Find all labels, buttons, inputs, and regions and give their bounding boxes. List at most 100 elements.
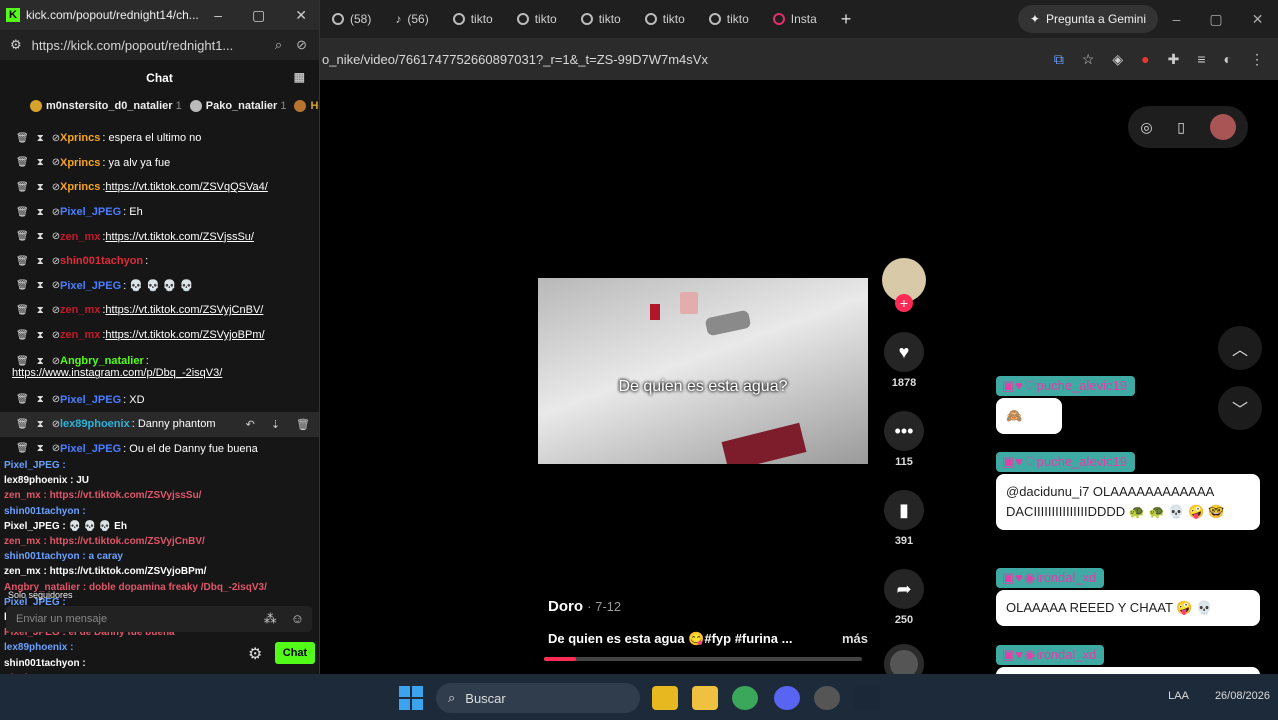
save-action[interactable]: ▮ 391 <box>884 490 924 547</box>
pin-icon[interactable]: ⇣ <box>271 418 280 431</box>
ban-icon[interactable]: ⊘ <box>52 133 60 144</box>
chat-message[interactable]: 🗑 ⧗ ⊘ lex89phoenix: Danny phantom ↶ ⇣ 🗑 <box>0 411 319 437</box>
zoom-icon[interactable]: ⌕ <box>275 37 282 53</box>
gemini-button[interactable]: ✦ Pregunta a Gemini <box>1017 5 1158 33</box>
translate-icon[interactable]: ⁂ <box>264 611 277 627</box>
chat-link[interactable]: https://www.instagram.com/p/Dbq_-2isqV3/ <box>12 367 316 379</box>
chat-username[interactable]: Pixel_JPEG <box>60 394 121 406</box>
comment-icon[interactable]: ••• <box>884 411 924 451</box>
timeout-icon[interactable]: ⧗ <box>37 256 44 267</box>
timeout-icon[interactable]: ⧗ <box>37 356 44 367</box>
extension-icon[interactable]: ◈ <box>1112 51 1123 68</box>
delete-icon[interactable]: 🗑 <box>16 330 29 341</box>
folder-icon[interactable] <box>692 686 718 710</box>
delete-icon[interactable]: 🗑 <box>16 394 29 405</box>
comment-action[interactable]: ••• 115 <box>884 411 924 468</box>
chat-message[interactable]: 🗑 ⧗ ⊘ Pixel_JPEG: Ou el de Danny fue buena <box>0 437 319 462</box>
ban-icon[interactable]: ⊘ <box>52 157 60 168</box>
profile-icon[interactable]: ◐ <box>1224 51 1232 68</box>
timeout-icon[interactable]: ⧗ <box>37 305 44 316</box>
ban-icon[interactable]: ⊘ <box>52 394 60 405</box>
chat-link[interactable]: https://vt.tiktok.com/ZSVyjoBPm/ <box>105 329 264 341</box>
chat-username[interactable]: Angbry_natalier <box>60 355 144 367</box>
delete-icon[interactable]: 🗑 <box>16 256 29 267</box>
like-action[interactable]: ♥ 1878 <box>884 332 924 389</box>
delete-icon[interactable]: 🗑 <box>296 418 310 431</box>
chat-message[interactable]: 🗑 ⧗ ⊘ Xprincs: espera el ultimo no <box>0 126 319 151</box>
taskbar-search[interactable]: ⌕ Buscar <box>436 683 640 713</box>
chat-message[interactable]: 🗑 ⧗ ⊘ Xprincs: https://vt.tiktok.com/ZSVqQS… <box>0 175 319 200</box>
chat-username[interactable]: Pixel_JPEG <box>60 206 121 218</box>
chat-message[interactable]: 🗑 ⧗ ⊘ zen_mx: https://vt.tiktok.com/ZSVyjoB… <box>0 323 319 348</box>
ban-icon[interactable]: ⊘ <box>52 305 60 316</box>
emoji-icon[interactable]: ☺ <box>291 611 304 627</box>
timeout-icon[interactable]: ⧗ <box>37 330 44 341</box>
send-chat-button[interactable]: Chat <box>275 642 315 664</box>
site-settings-icon[interactable]: ⚙ <box>10 37 22 53</box>
chat-username[interactable]: Pixel_JPEG <box>60 443 121 455</box>
chat-username[interactable]: Xprincs <box>60 157 100 169</box>
ban-icon[interactable]: ⊘ <box>52 207 60 218</box>
delete-icon[interactable]: 🗑 <box>16 443 29 454</box>
timeout-icon[interactable]: ⧗ <box>37 207 44 218</box>
share-icon[interactable]: ➦ <box>884 569 924 609</box>
files-icon[interactable] <box>652 686 678 710</box>
share-action[interactable]: ➦ 250 <box>884 569 924 626</box>
menu-icon[interactable]: ⋮ <box>1250 51 1264 68</box>
chrome-icon[interactable] <box>732 686 758 710</box>
reply-icon[interactable]: ↶ <box>246 418 255 431</box>
timeout-icon[interactable]: ⧗ <box>37 419 44 430</box>
chat-message[interactable]: 🗑 ⧗ ⊘ zen_mx: https://vt.tiktok.com/ZSVyjCn… <box>0 298 319 323</box>
timeout-icon[interactable]: ⧗ <box>37 133 44 144</box>
creator-avatar[interactable]: + <box>882 258 926 312</box>
chat-message[interactable]: 🗑 ⧗ ⊘ Xprincs: ya alv ya fue <box>0 151 319 176</box>
delete-icon[interactable]: 🗑 <box>16 207 29 218</box>
media-icon[interactable]: ≡ <box>1197 51 1205 68</box>
timeout-icon[interactable]: ⧗ <box>37 394 44 405</box>
chat-message[interactable]: 🗑 ⧗ ⊘ Pixel_JPEG: 💀 💀 💀 💀 <box>0 274 319 299</box>
chat-message[interactable]: 🗑 ⧗ ⊘ Pixel_JPEG: XD <box>0 387 319 412</box>
delete-icon[interactable]: 🗑 <box>16 182 29 193</box>
tab-2[interactable]: ♪ (56) <box>383 5 440 33</box>
delete-icon[interactable]: 🗑 <box>16 157 29 168</box>
minimize-icon[interactable]: – <box>214 7 222 24</box>
maximize-icon[interactable]: ▢ <box>1209 11 1222 28</box>
timeout-icon[interactable]: ⧗ <box>37 280 44 291</box>
chat-username[interactable]: zen_mx <box>60 329 100 341</box>
author-name[interactable]: Doro <box>548 598 583 615</box>
close-icon[interactable]: ✕ <box>295 7 307 24</box>
timeout-icon[interactable]: ⧗ <box>37 231 44 242</box>
close-icon[interactable]: ✕ <box>1252 11 1264 28</box>
tab-4[interactable]: tikto <box>505 5 569 33</box>
previous-video-button[interactable]: ︿ <box>1218 326 1262 370</box>
gear-icon[interactable]: ⚙ <box>248 644 262 664</box>
url-text[interactable]: o_nike/video/7661747752660897031?_r=1&_t… <box>320 52 1054 67</box>
users-icon[interactable]: ▦ <box>294 70 305 84</box>
tab-1[interactable]: (58) <box>320 5 383 33</box>
ban-icon[interactable]: ⊘ <box>52 182 60 193</box>
timeout-icon[interactable]: ⧗ <box>37 443 44 454</box>
compass-icon[interactable]: ◎ <box>1140 119 1152 136</box>
chat-username[interactable]: Xprincs <box>60 181 100 193</box>
ban-icon[interactable]: ⊘ <box>52 443 60 454</box>
timeout-icon[interactable]: ⧗ <box>37 182 44 193</box>
star-icon[interactable]: ☆ <box>1082 51 1095 68</box>
user-avatar[interactable] <box>1209 114 1236 140</box>
delete-icon[interactable]: 🗑 <box>16 356 29 367</box>
video-player[interactable]: De quien es esta agua? <box>538 278 868 464</box>
chat-username[interactable]: zen_mx <box>60 304 100 316</box>
cast-icon[interactable]: ⧉ <box>1054 51 1064 68</box>
chat-input[interactable]: Enviar un mensaje ⁂ ☺ <box>6 606 312 632</box>
chat-message[interactable]: 🗑 ⧗ ⊘ Angbry_natalier: https://www.instagram… <box>0 347 319 387</box>
ban-icon[interactable]: ⊘ <box>52 419 60 430</box>
chat-username[interactable]: Xprincs <box>60 132 100 144</box>
chat-username[interactable]: zen_mx <box>60 231 100 243</box>
bookmark-icon[interactable]: ▮ <box>884 490 924 530</box>
follow-icon[interactable]: + <box>895 294 913 312</box>
puzzle-icon[interactable]: ✚ <box>1168 51 1180 68</box>
eye-off-icon[interactable]: ⊘ <box>296 37 307 53</box>
more-link[interactable]: más <box>842 631 868 647</box>
delete-icon[interactable]: 🗑 <box>16 133 29 144</box>
chat-message[interactable]: 🗑 ⧗ ⊘ Pixel_JPEG: Eh <box>0 200 319 225</box>
delete-icon[interactable]: 🗑 <box>16 305 29 316</box>
